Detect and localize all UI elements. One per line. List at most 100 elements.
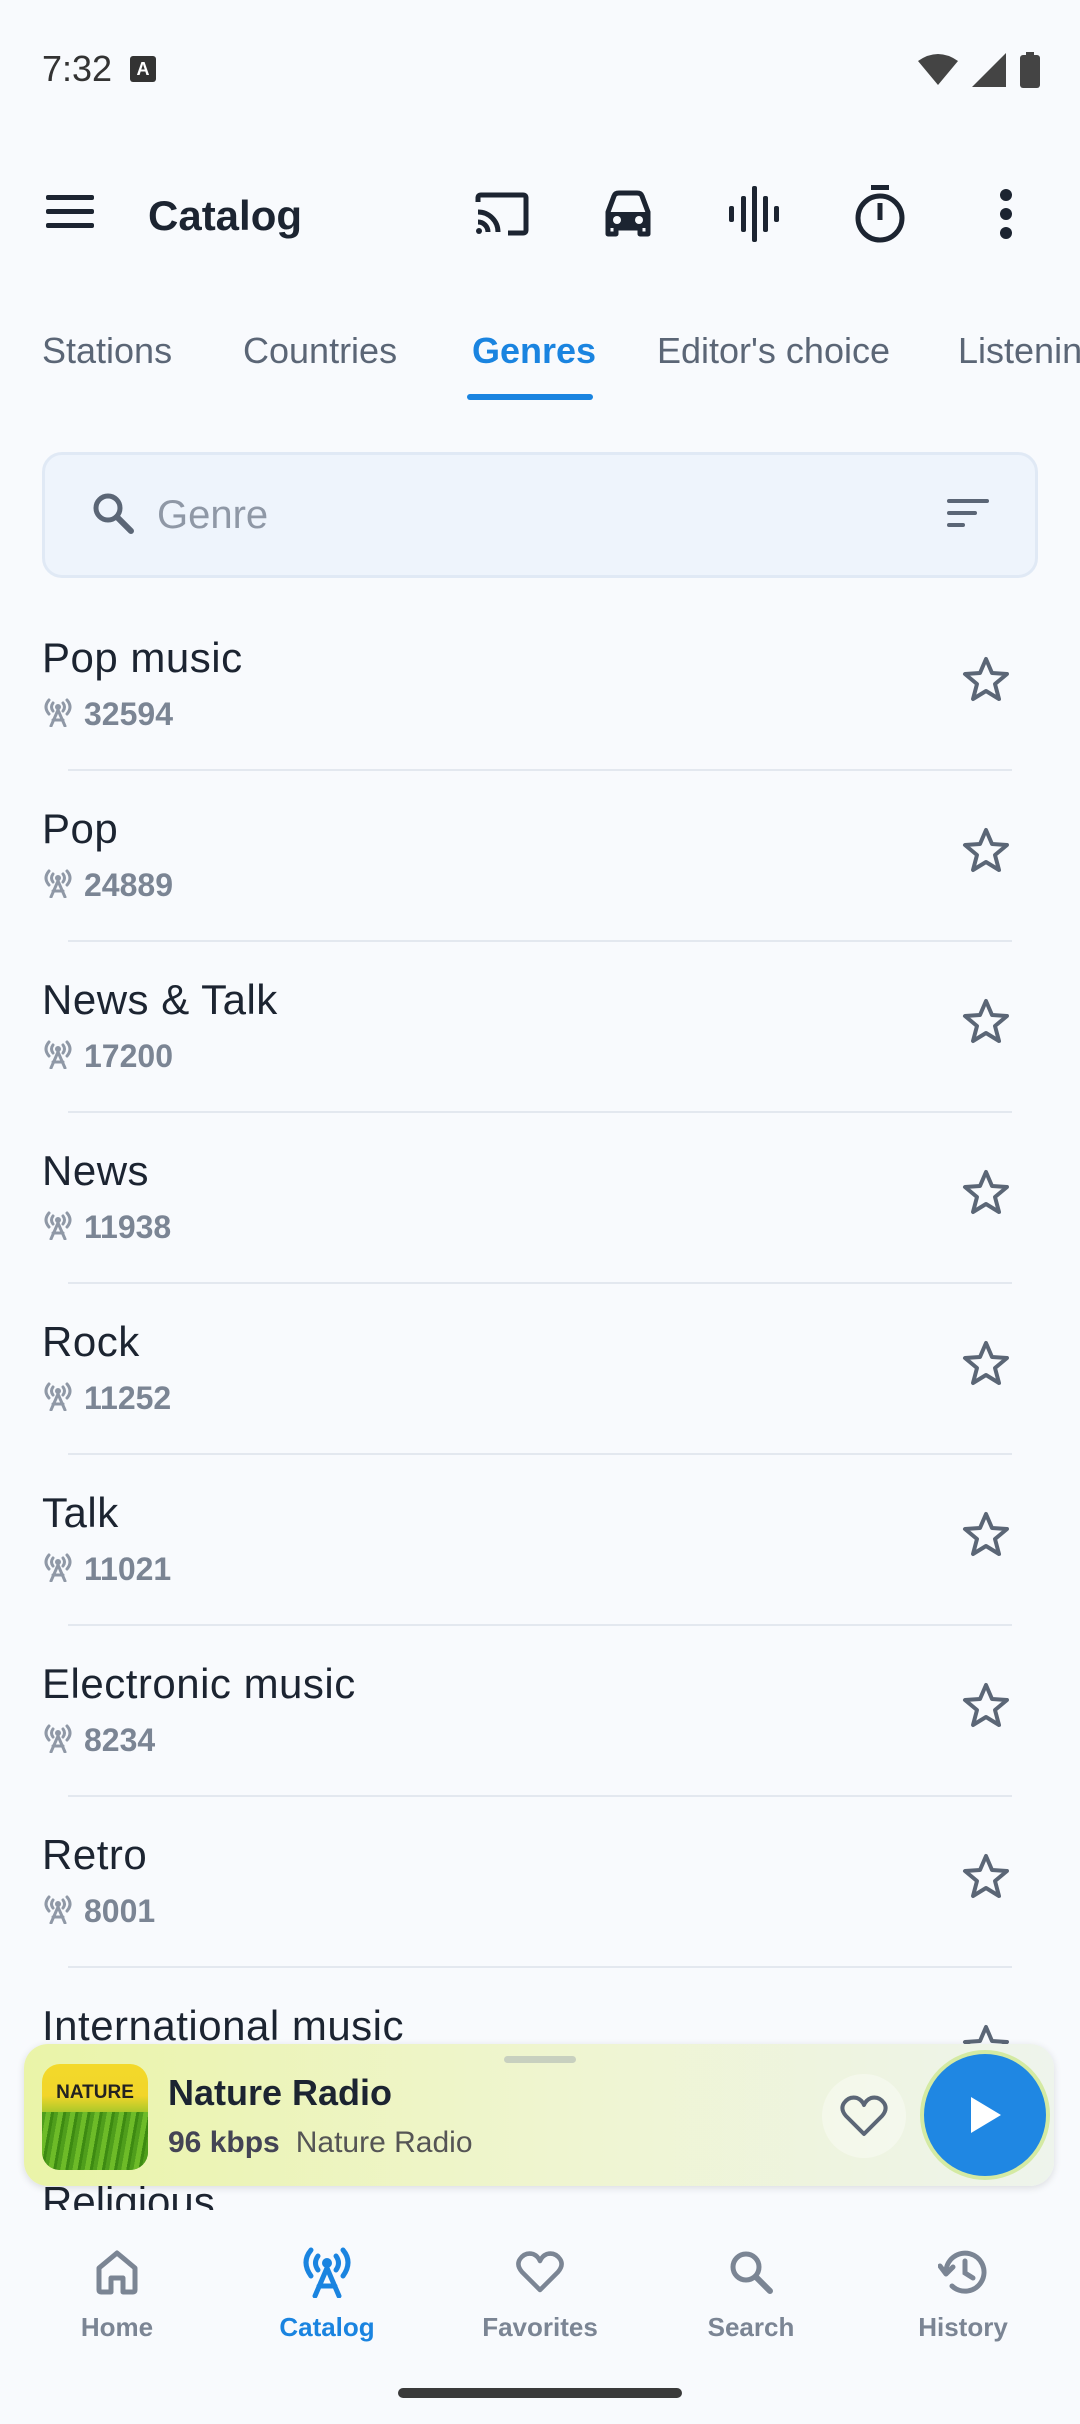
genre-list: Pop music 32594 Pop 24889 News & Talk 17200 Ne… — [0, 600, 1080, 2060]
list-item[interactable]: Retro 8001 — [0, 1797, 1080, 1968]
star-icon[interactable] — [962, 1511, 1010, 1562]
genre-name: News & Talk — [42, 976, 278, 1023]
tab-listening[interactable]: Listening — [958, 330, 1080, 372]
signal-icon — [972, 53, 1006, 87]
star-icon[interactable] — [962, 827, 1010, 878]
station-count: 11938 — [84, 1209, 172, 1245]
genre-station-count: 8234 — [42, 1722, 155, 1759]
list-item[interactable]: Talk 11021 — [0, 1455, 1080, 1626]
player-bitrate: 96 kbps — [168, 2126, 280, 2159]
station-count: 11021 — [84, 1551, 172, 1587]
antenna-icon — [42, 1894, 74, 1929]
genre-station-count: 17200 — [42, 1038, 173, 1075]
nav-search[interactable]: Search — [666, 2242, 836, 2343]
antenna-icon — [42, 697, 74, 732]
more-vert-icon[interactable] — [976, 184, 1036, 244]
star-icon[interactable] — [962, 1169, 1010, 1220]
star-icon[interactable] — [962, 1682, 1010, 1733]
antenna-icon — [42, 1039, 74, 1074]
station-count: 8234 — [84, 1722, 156, 1758]
toolbar: Catalog — [0, 140, 1080, 290]
list-item[interactable]: Pop music 32594 — [0, 600, 1080, 771]
sort-icon[interactable] — [947, 497, 991, 534]
nav-catalog[interactable]: Catalog — [242, 2242, 412, 2343]
player-drag-handle[interactable] — [504, 2056, 576, 2063]
history-icon — [878, 2242, 1048, 2302]
station-artwork: NATURE — [42, 2064, 148, 2170]
genre-station-count: 11938 — [42, 1209, 171, 1246]
genre-name: Pop music — [42, 634, 243, 681]
genre-station-count: 8001 — [42, 1893, 155, 1930]
timer-icon[interactable] — [850, 184, 910, 244]
genre-station-count: 11021 — [42, 1551, 171, 1588]
list-item[interactable]: News & Talk 17200 — [0, 942, 1080, 1113]
genre-search-input[interactable] — [157, 485, 857, 545]
station-count: 24889 — [84, 867, 173, 903]
list-item[interactable]: Rock 11252 — [0, 1284, 1080, 1455]
star-icon[interactable] — [962, 656, 1010, 707]
list-item[interactable]: News 11938 — [0, 1113, 1080, 1284]
grass-image — [42, 2112, 148, 2170]
favorite-button[interactable] — [822, 2074, 906, 2158]
nav-home-label: Home — [80, 2312, 154, 2342]
station-count: 8001 — [84, 1893, 156, 1929]
genre-name: Rock — [42, 1318, 140, 1365]
genre-station-count: 32594 — [42, 696, 173, 733]
play-button[interactable] — [920, 2050, 1050, 2180]
menu-icon[interactable] — [46, 192, 96, 237]
home-icon — [32, 2242, 202, 2302]
star-icon[interactable] — [962, 998, 1010, 1049]
tab-indicator — [467, 394, 593, 400]
antenna-icon — [242, 2242, 412, 2302]
station-count: 11252 — [84, 1380, 172, 1416]
car-icon[interactable] — [598, 184, 658, 244]
star-icon[interactable] — [962, 1853, 1010, 1904]
notification-icon: A — [130, 56, 156, 82]
status-icons — [918, 52, 1040, 88]
nav-history-label: History — [918, 2312, 1008, 2342]
cast-icon[interactable] — [472, 184, 532, 244]
player-station-name: Nature Radio — [295, 2126, 473, 2159]
station-count: 32594 — [84, 696, 173, 732]
player-station-title: Nature Radio — [168, 2072, 393, 2113]
genre-name: Retro — [42, 1831, 148, 1878]
antenna-icon — [42, 1381, 74, 1416]
heart-icon — [840, 2095, 888, 2136]
genre-station-count: 11252 — [42, 1380, 171, 1417]
genre-name: International music — [42, 2002, 405, 2049]
antenna-icon — [42, 1552, 74, 1587]
tab-countries[interactable]: Countries — [243, 330, 397, 372]
search-icon — [666, 2242, 836, 2302]
station-artwork-label: NATURE — [56, 2082, 134, 2103]
genre-search-box — [42, 452, 1038, 578]
nav-search-label: Search — [707, 2312, 795, 2342]
antenna-icon — [42, 1210, 74, 1245]
status-time: 7:32 — [42, 48, 113, 89]
nav-history[interactable]: History — [878, 2242, 1048, 2343]
heart-icon — [455, 2242, 625, 2302]
nav-home[interactable]: Home — [32, 2242, 202, 2343]
home-indicator[interactable] — [398, 2388, 682, 2398]
genre-name: Talk — [42, 1489, 119, 1536]
genre-name: Electronic music — [42, 1660, 356, 1707]
nav-catalog-label: Catalog — [279, 2312, 375, 2342]
antenna-icon — [42, 868, 74, 903]
list-item[interactable]: Electronic music 8234 — [0, 1626, 1080, 1797]
list-item[interactable]: Pop 24889 — [0, 771, 1080, 942]
play-icon — [971, 2097, 1001, 2133]
page-title: Catalog — [148, 192, 303, 239]
tab-stations[interactable]: Stations — [42, 330, 172, 372]
search-icon — [91, 491, 135, 540]
tab-genres[interactable]: Genres — [472, 330, 596, 372]
genre-station-count: 24889 — [42, 867, 173, 904]
nav-favorites-label: Favorites — [482, 2312, 598, 2342]
antenna-icon — [42, 1723, 74, 1758]
mini-player[interactable]: NATURE Nature Radio 96 kbps Nature Radio — [24, 2044, 1054, 2186]
tab-editors-choice[interactable]: Editor's choice — [657, 330, 890, 372]
nav-favorites[interactable]: Favorites — [455, 2242, 625, 2343]
player-subtitle: 96 kbps Nature Radio — [168, 2126, 473, 2160]
waveform-icon[interactable] — [724, 184, 784, 244]
status-bar: 7:32 A — [0, 0, 1080, 140]
star-icon[interactable] — [962, 1340, 1010, 1391]
wifi-icon — [918, 54, 958, 85]
